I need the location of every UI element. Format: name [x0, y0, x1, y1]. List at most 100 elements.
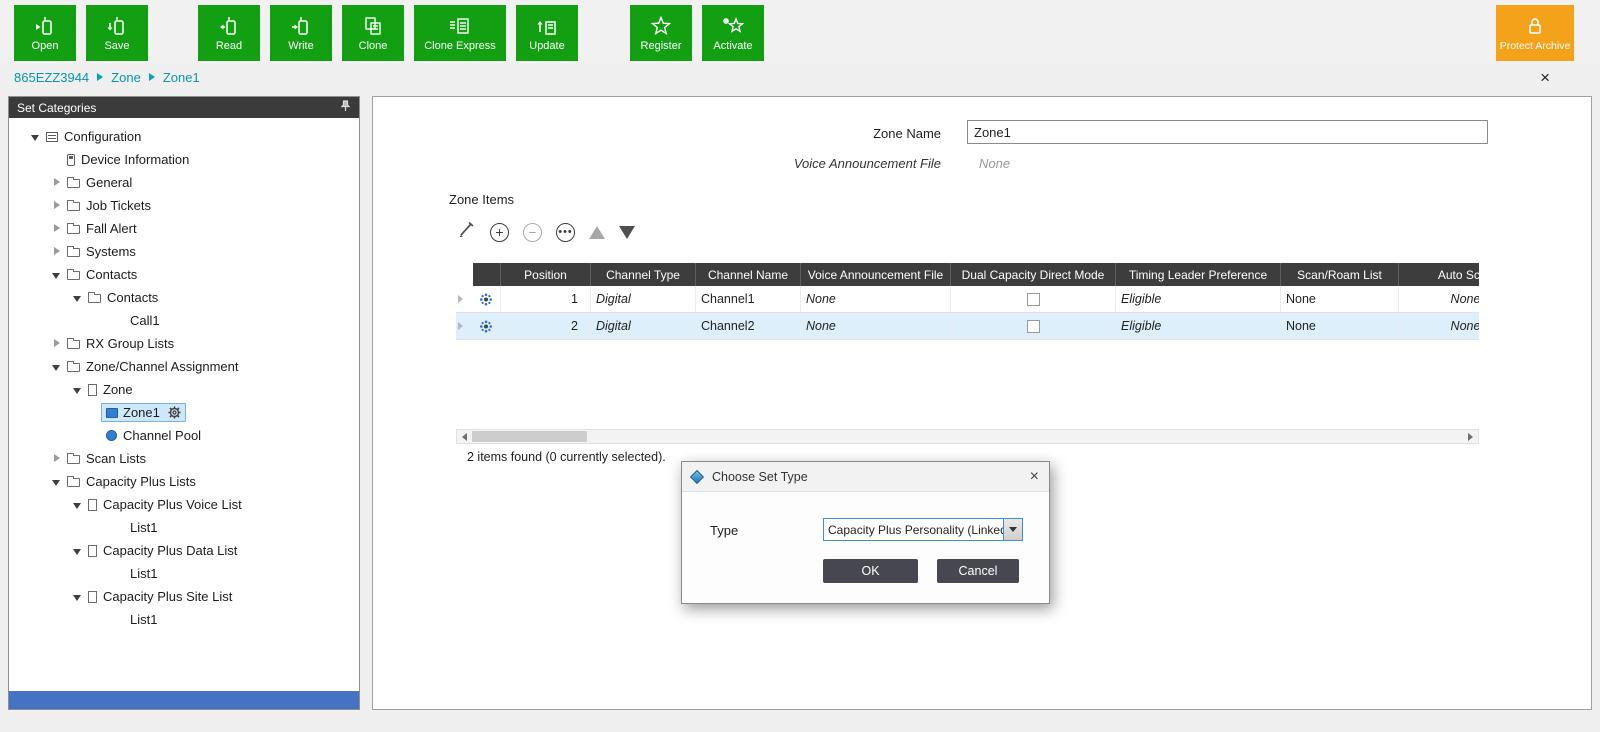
- folder-icon: [67, 225, 80, 234]
- activate-icon: [722, 15, 744, 37]
- header-channel-type[interactable]: Channel Type: [591, 263, 696, 286]
- tree-item-fall-alert[interactable]: Fall Alert: [9, 217, 359, 240]
- header-channel-name[interactable]: Channel Name: [696, 263, 801, 286]
- table-row[interactable]: 1 Digital Channel1 None Eligible None No…: [456, 286, 1479, 313]
- header-scan-roam-list[interactable]: Scan/Roam List: [1281, 263, 1399, 286]
- tree-item-channel-pool[interactable]: Channel Pool: [9, 424, 359, 447]
- tree-item-zone1[interactable]: Zone1: [9, 401, 359, 424]
- close-icon[interactable]: ×: [1540, 69, 1550, 86]
- tree-item-call1[interactable]: Call1: [9, 309, 359, 332]
- move-up-icon[interactable]: [589, 226, 605, 239]
- breadcrumb-zone[interactable]: Zone: [111, 70, 141, 85]
- write-icon: [290, 15, 312, 37]
- chevron-down-icon[interactable]: [52, 362, 62, 372]
- ok-button[interactable]: OK: [823, 559, 918, 583]
- more-options-icon[interactable]: •••: [556, 223, 575, 242]
- chevron-right-icon[interactable]: [52, 454, 62, 464]
- tree-item-scan-lists[interactable]: Scan Lists: [9, 447, 359, 470]
- tree-item-job-tickets[interactable]: Job Tickets: [9, 194, 359, 217]
- table-row[interactable]: 2 Digital Channel2 None Eligible None No…: [456, 313, 1479, 340]
- edit-pencil-icon[interactable]: [456, 220, 476, 245]
- breadcrumb-arrow-icon: [149, 73, 155, 81]
- checkbox[interactable]: [1027, 320, 1040, 333]
- header-timing-leader-preference[interactable]: Timing Leader Preference: [1116, 263, 1281, 286]
- header-auto-scan[interactable]: Auto Scan: [1399, 263, 1479, 286]
- chevron-right-icon[interactable]: [52, 178, 62, 188]
- tree-item-zone[interactable]: Zone: [9, 378, 359, 401]
- chevron-down-icon[interactable]: [73, 592, 83, 602]
- tree-item-voice-list1[interactable]: List1: [9, 516, 359, 539]
- dialog-title: Choose Set Type: [712, 470, 808, 484]
- chevron-down-icon[interactable]: [52, 270, 62, 280]
- breadcrumb-device[interactable]: 865EZZ3944: [14, 70, 89, 85]
- tree-item-capacity-plus-voice-list[interactable]: Capacity Plus Voice List: [9, 493, 359, 516]
- selected-item-highlight[interactable]: Zone1: [101, 403, 186, 422]
- protect-archive-button[interactable]: Protect Archive: [1496, 5, 1574, 61]
- dialog-titlebar[interactable]: Choose Set Type ×: [682, 462, 1049, 492]
- chevron-right-icon[interactable]: [52, 201, 62, 211]
- tree-item-configuration[interactable]: Configuration: [9, 125, 359, 148]
- chevron-down-icon[interactable]: [52, 477, 62, 487]
- tree-item-rx-group-lists[interactable]: RX Group Lists: [9, 332, 359, 355]
- table-header-row: Position Channel Type Channel Name Voice…: [456, 263, 1479, 286]
- tree-item-capacity-plus-site-list[interactable]: Capacity Plus Site List: [9, 585, 359, 608]
- clone-express-button[interactable]: Clone Express: [414, 5, 506, 61]
- register-button[interactable]: Register: [630, 5, 692, 61]
- header-voice-announcement-file[interactable]: Voice Announcement File: [801, 263, 951, 286]
- read-button[interactable]: Read: [198, 5, 260, 61]
- choose-set-type-dialog: Choose Set Type × Type Capacity Plus Per…: [681, 461, 1050, 604]
- chevron-down-icon[interactable]: [1003, 519, 1022, 540]
- chevron-down-icon[interactable]: [73, 500, 83, 510]
- page-icon: [88, 384, 97, 396]
- chevron-right-icon[interactable]: [52, 247, 62, 257]
- pin-icon[interactable]: [340, 100, 351, 115]
- write-button[interactable]: Write: [270, 5, 332, 61]
- radio-icon: [67, 154, 75, 166]
- tree-item-zone-channel-assignment[interactable]: Zone/Channel Assignment: [9, 355, 359, 378]
- scrollbar-thumb[interactable]: [472, 431, 587, 442]
- table-horizontal-scrollbar[interactable]: [456, 429, 1479, 444]
- set-type-dropdown[interactable]: Capacity Plus Personality (Linked: [823, 518, 1023, 541]
- open-button[interactable]: Open: [14, 5, 76, 61]
- chevron-right-icon[interactable]: [52, 224, 62, 234]
- set-categories-panel: Set Categories Configuration Device Info…: [8, 96, 360, 710]
- tree-item-general[interactable]: General: [9, 171, 359, 194]
- checkbox[interactable]: [1027, 293, 1040, 306]
- header-position[interactable]: Position: [501, 263, 591, 286]
- close-icon[interactable]: ×: [1030, 469, 1039, 485]
- tree-item-contacts-sub[interactable]: Contacts: [9, 286, 359, 309]
- tree-item-data-list1[interactable]: List1: [9, 562, 359, 585]
- sidebar-horizontal-scrollbar[interactable]: [9, 691, 359, 709]
- clone-button[interactable]: Clone: [342, 5, 404, 61]
- chevron-down-icon[interactable]: [73, 293, 83, 303]
- folder-icon: [67, 271, 80, 280]
- items-found-status: 2 items found (0 currently selected).: [467, 450, 666, 464]
- expander-spacer: [52, 155, 62, 165]
- tree-item-site-list1[interactable]: List1: [9, 608, 359, 631]
- header-dual-capacity-direct-mode[interactable]: Dual Capacity Direct Mode: [951, 263, 1116, 286]
- tree-item-contacts[interactable]: Contacts: [9, 263, 359, 286]
- scroll-left-icon[interactable]: [457, 430, 472, 443]
- chevron-down-icon[interactable]: [73, 546, 83, 556]
- zone-name-input[interactable]: [967, 120, 1488, 144]
- update-button[interactable]: Update: [516, 5, 578, 61]
- row-expander[interactable]: [456, 313, 473, 339]
- gear-icon[interactable]: [168, 406, 181, 419]
- chevron-down-icon[interactable]: [31, 132, 41, 142]
- save-button[interactable]: Save: [86, 5, 148, 61]
- tree-item-capacity-plus-data-list[interactable]: Capacity Plus Data List: [9, 539, 359, 562]
- tree-item-device-information[interactable]: Device Information: [9, 148, 359, 171]
- row-expander[interactable]: [456, 286, 473, 312]
- remove-item-icon[interactable]: −: [523, 223, 542, 242]
- scroll-right-icon[interactable]: [1463, 430, 1478, 443]
- breadcrumb-zone1[interactable]: Zone1: [163, 70, 200, 85]
- move-down-icon[interactable]: [619, 226, 635, 239]
- tree-item-systems[interactable]: Systems: [9, 240, 359, 263]
- chevron-down-icon[interactable]: [73, 385, 83, 395]
- activate-button[interactable]: Activate: [702, 5, 764, 61]
- chevron-right-icon[interactable]: [52, 339, 62, 349]
- tree-item-capacity-plus-lists[interactable]: Capacity Plus Lists: [9, 470, 359, 493]
- folder-icon: [67, 455, 80, 464]
- cancel-button[interactable]: Cancel: [937, 559, 1019, 583]
- add-item-icon[interactable]: +: [490, 223, 509, 242]
